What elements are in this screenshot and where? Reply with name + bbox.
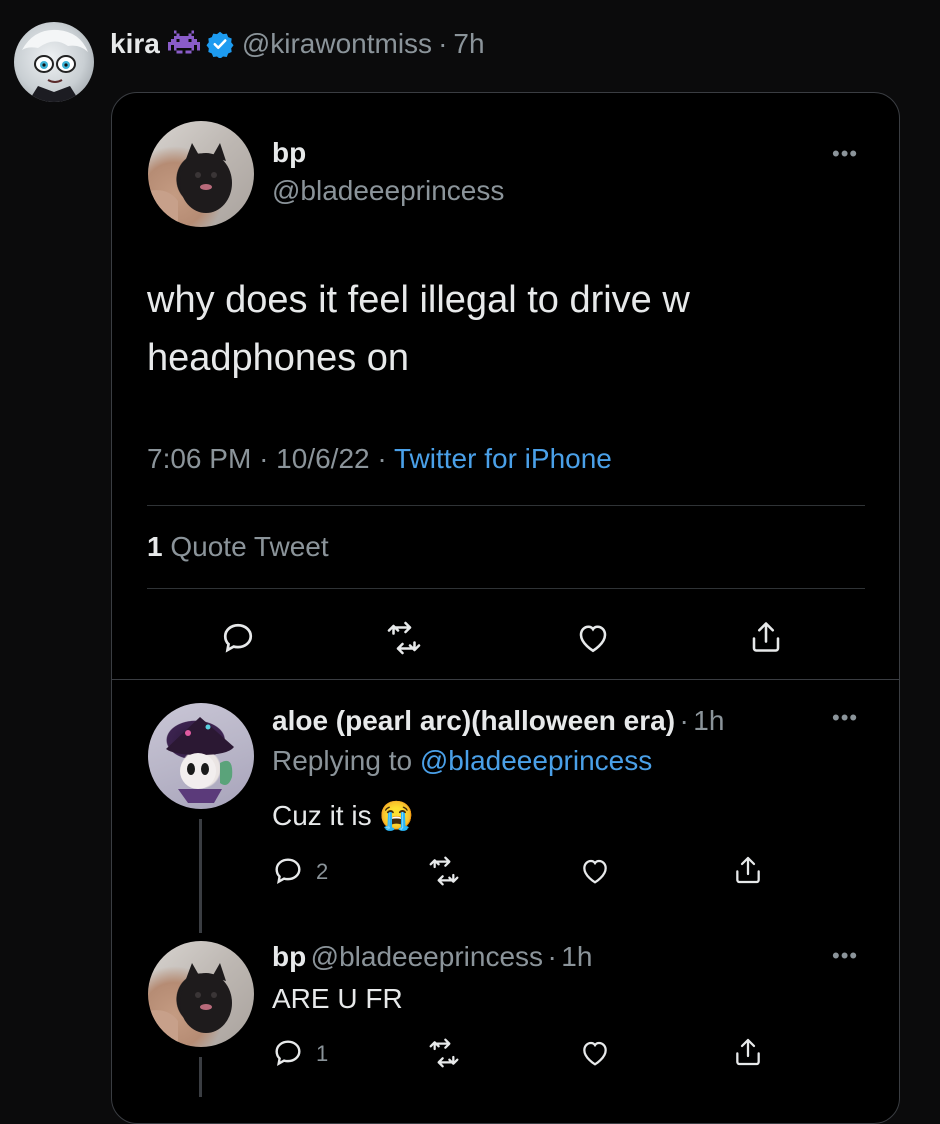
reply-1-more-icon[interactable]: ••• <box>832 705 858 731</box>
outer-author-avatar[interactable] <box>14 22 94 102</box>
retweet-icon[interactable] <box>426 855 462 887</box>
quoted-tweet-date[interactable]: 10/6/22 <box>276 443 369 474</box>
quoted-more-icon[interactable]: ••• <box>832 141 858 167</box>
outer-author-handle[interactable]: @kirawontmiss <box>242 28 432 60</box>
like-icon[interactable] <box>578 1037 612 1069</box>
outer-tweet-header: kira @kirawontmiss · 7h <box>110 26 485 62</box>
share-icon[interactable] <box>732 1035 764 1069</box>
separator-dot: · <box>377 443 387 474</box>
share-icon[interactable] <box>732 853 764 887</box>
quoted-tweet-text: why does it feel illegal to drive w head… <box>147 279 690 379</box>
quoted-tweet-meta: 7:06 PM · 10/6/22 · Twitter for iPhone <box>147 443 612 475</box>
quoted-author-handle[interactable]: @bladeeeprincess <box>272 175 504 207</box>
separator-dot: · <box>438 28 448 59</box>
quoted-author-avatar[interactable] <box>148 121 254 227</box>
quote-label: Quote Tweet <box>170 531 329 562</box>
alien-monster-icon <box>167 30 200 58</box>
reply-2-author-handle[interactable]: @bladeeeprincess <box>311 941 543 972</box>
quoted-tweet-card[interactable]: bp @bladeeeprincess ••• why does it feel… <box>111 92 900 1124</box>
reply-1-text: Cuz it is <box>272 800 372 831</box>
quote-tweets-stat[interactable]: 1 Quote Tweet <box>147 531 329 563</box>
retweet-icon[interactable] <box>426 1037 462 1069</box>
quoted-author-name[interactable]: bp <box>272 137 504 169</box>
reply-icon[interactable] <box>220 620 256 656</box>
reply-2-time[interactable]: 1h <box>561 941 592 972</box>
divider <box>147 505 865 506</box>
verified-badge-icon <box>206 30 234 59</box>
thread-line <box>199 819 202 933</box>
loudly-crying-face-emoji: 😭 <box>379 800 415 831</box>
quoted-tweet-time: 7:06 PM <box>147 443 252 474</box>
outer-tweet-time[interactable]: 7h <box>453 28 484 60</box>
replying-to-label: Replying to <box>272 745 413 776</box>
reply-2-more-icon[interactable]: ••• <box>832 943 858 969</box>
divider <box>112 679 899 680</box>
outer-author-name[interactable]: kira <box>110 28 160 60</box>
retweet-icon[interactable] <box>384 620 424 656</box>
separator-dot: · <box>679 705 689 736</box>
quote-count: 1 <box>147 531 163 562</box>
reply-2-text: ARE U FR <box>272 983 403 1014</box>
reply-2-author-avatar[interactable] <box>148 941 254 1047</box>
reply-1-header: aloe (pearl arc)(halloween era) · 1h <box>272 705 724 737</box>
separator-dot: · <box>259 443 269 474</box>
reply-1-reply-count: 2 <box>316 859 329 884</box>
reply-author-name[interactable]: aloe (pearl arc)(halloween era) <box>272 705 675 736</box>
thread-line <box>199 1057 202 1097</box>
reply-icon[interactable] <box>272 1037 304 1069</box>
reply-time[interactable]: 1h <box>693 705 724 736</box>
reply-1-text-line: Cuz it is 😭 <box>272 799 414 832</box>
replying-to-line: Replying to @bladeeeprincess <box>272 745 652 777</box>
share-icon[interactable] <box>748 618 784 656</box>
like-icon[interactable] <box>574 620 612 656</box>
quoted-author-block: bp @bladeeeprincess <box>272 137 504 207</box>
divider <box>147 588 865 589</box>
like-icon[interactable] <box>578 855 612 887</box>
replying-to-handle[interactable]: @bladeeeprincess <box>420 745 652 776</box>
reply-2-header: bp @bladeeeprincess · 1h <box>272 941 592 973</box>
reply-2-author-name[interactable]: bp <box>272 941 306 972</box>
reply-author-avatar[interactable] <box>148 703 254 809</box>
separator-dot: · <box>547 941 557 972</box>
reply-icon[interactable] <box>272 855 304 887</box>
quoted-tweet-source[interactable]: Twitter for iPhone <box>394 443 612 474</box>
reply-2-reply-count: 1 <box>316 1041 329 1066</box>
